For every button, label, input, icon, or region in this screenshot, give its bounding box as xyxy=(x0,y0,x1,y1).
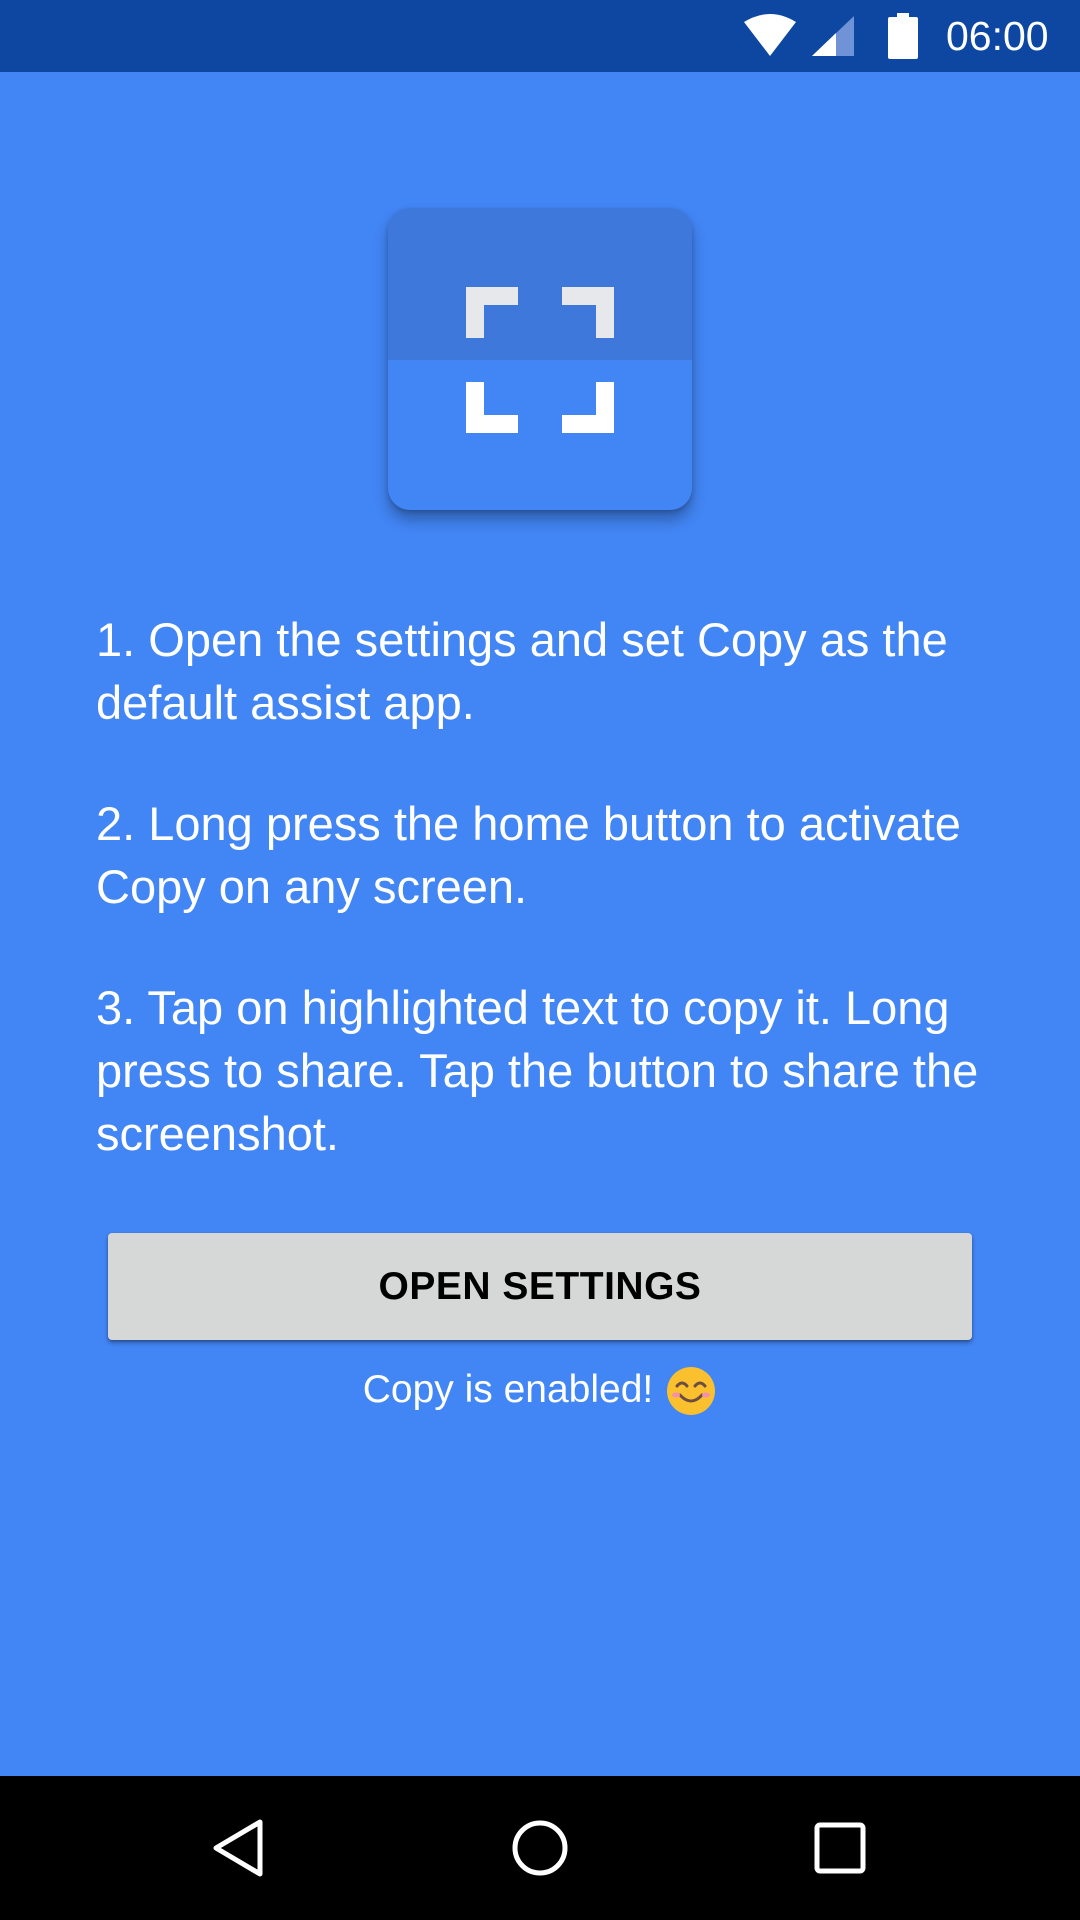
navigation-bar xyxy=(0,1776,1080,1920)
status-message: Copy is enabled! xyxy=(0,1362,1080,1418)
open-settings-button[interactable]: OPEN SETTINGS xyxy=(108,1233,972,1340)
wifi-icon xyxy=(744,14,796,56)
battery-icon xyxy=(888,13,918,59)
screen-capture-frame-icon xyxy=(466,287,614,433)
cellular-signal-icon xyxy=(812,16,854,56)
smiling-face-emoji-icon xyxy=(667,1367,716,1415)
status-message-text: Copy is enabled! xyxy=(362,1368,654,1411)
home-icon[interactable] xyxy=(508,1816,572,1880)
clock: 06:00 xyxy=(946,13,1049,59)
instruction-step-3: 3. Tap on highlighted text to copy it. L… xyxy=(96,981,979,1160)
app-logo xyxy=(388,208,692,510)
back-icon[interactable] xyxy=(208,1816,272,1880)
instructions: 1. Open the settings and set Copy as the… xyxy=(96,608,996,1223)
instruction-step-2: 2. Long press the home button to activat… xyxy=(96,797,961,913)
recents-icon[interactable] xyxy=(808,1816,872,1880)
status-bar: 06:00 xyxy=(0,0,1080,72)
instruction-step-1: 1. Open the settings and set Copy as the… xyxy=(96,613,948,729)
